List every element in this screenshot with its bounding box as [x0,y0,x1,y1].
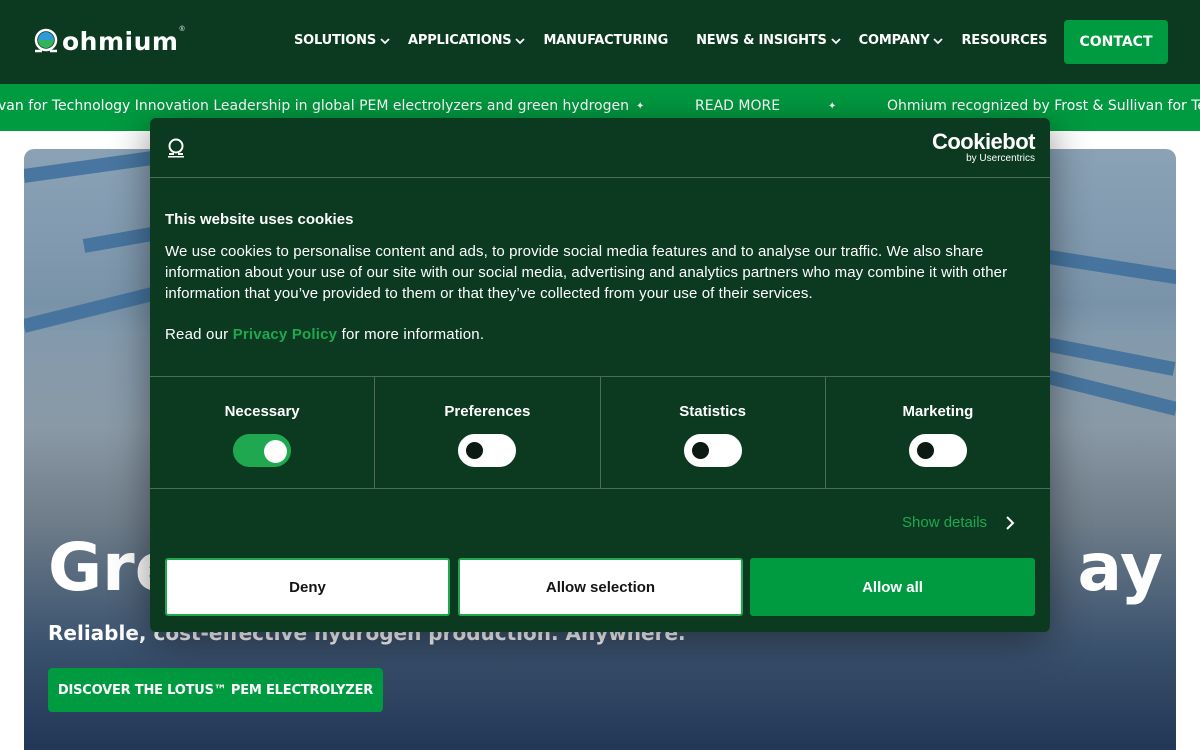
ohmium-small-logo-icon [168,138,184,158]
toggle-knob [464,440,486,461]
cookie-categories: Necessary Preferences Statistics Marketi… [150,376,1050,489]
nav-label: MANUFACTURING [543,33,669,48]
nav-label: APPLICATIONS [408,33,512,48]
contact-button[interactable]: CONTACT [1064,20,1168,64]
ohmium-logo[interactable]: ohmium ® [32,26,185,56]
category-label: Statistics [679,403,746,420]
show-details-link[interactable]: Show details [902,514,1015,531]
chevron-down-icon [831,37,841,44]
category-preferences: Preferences [375,377,601,488]
read-suffix: for more information. [341,326,485,343]
brand-name: ohmium [62,26,179,56]
nav-label: COMPANY [858,33,930,48]
nav-solutions[interactable]: SOLUTIONS [294,33,390,48]
discover-lotus-button[interactable]: DISCOVER THE LOTUS™ PEM ELECTROLYZER [48,668,383,712]
statistics-toggle[interactable] [683,434,742,467]
chevron-right-icon [1006,515,1015,530]
show-details-label: Show details [902,514,988,531]
category-label: Preferences [444,403,531,420]
cookie-heading: This website uses cookies [165,211,354,228]
nav-applications[interactable]: APPLICATIONS [408,33,526,48]
cookie-body-text: We use cookies to personalise content an… [165,243,1008,302]
allow-all-button[interactable]: Allow all [750,558,1035,616]
deny-button[interactable]: Deny [165,558,450,616]
nav-manufacturing[interactable]: MANUFACTURING [543,33,668,48]
cookiebot-logo[interactable]: Cookiebot by Usercentrics [931,129,1036,165]
chevron-down-icon [515,37,526,44]
chevron-down-icon [933,37,944,44]
site-header: ohmium ® SOLUTIONS APPLICATIONS MANUFACT… [0,0,1200,84]
category-label: Necessary [224,403,300,420]
cookiebot-name: Cookiebot [931,129,1036,154]
ticker-headline[interactable]: Ohmium recognized by Frost & Sullivan fo… [887,98,1200,114]
necessary-toggle[interactable] [233,434,292,467]
preferences-toggle[interactable] [458,434,517,467]
nav-label: SOLUTIONS [294,33,376,48]
hero-title-right: ay [1077,529,1164,606]
category-necessary: Necessary [150,377,376,488]
sparkle-icon: ✦ [636,101,645,112]
sparkle-icon: ✦ [828,101,837,112]
nav-label: RESOURCES [961,33,1048,48]
nav-news-insights[interactable]: NEWS & INSIGHTS [696,33,841,48]
cookie-consent-dialog: Cookiebot by Usercentrics This website u… [150,118,1050,632]
toggle-knob [264,440,288,463]
cookiebot-byline: by Usercentrics [966,153,1035,164]
nav-label: NEWS & INSIGHTS [696,33,827,48]
nav-resources[interactable]: RESOURCES [961,33,1047,48]
cookie-privacy-line: Read our Privacy Policy for more informa… [165,326,484,343]
toggle-knob [689,440,711,461]
privacy-policy-link[interactable]: Privacy Policy [233,326,338,343]
ticker-read-more-link[interactable]: READ MORE [695,98,780,114]
nav-company[interactable]: COMPANY [859,33,944,48]
read-prefix: Read our [165,326,229,343]
main-nav: SOLUTIONS APPLICATIONS MANUFACTURING NEW… [294,33,1075,48]
category-label: Marketing [902,403,974,420]
ticker-headline[interactable]: van for Technology Innovation Leadership… [0,98,629,114]
allow-selection-button[interactable]: Allow selection [458,558,743,616]
marketing-toggle[interactable] [908,434,967,467]
toggle-knob [914,440,936,461]
ohmium-globe-logo-icon [34,28,58,53]
chevron-down-icon [380,37,390,44]
cookie-dialog-header: Cookiebot by Usercentrics [150,118,1050,178]
category-marketing: Marketing [826,377,1050,488]
category-statistics: Statistics [601,377,826,488]
trademark-mark: ® [179,26,185,33]
